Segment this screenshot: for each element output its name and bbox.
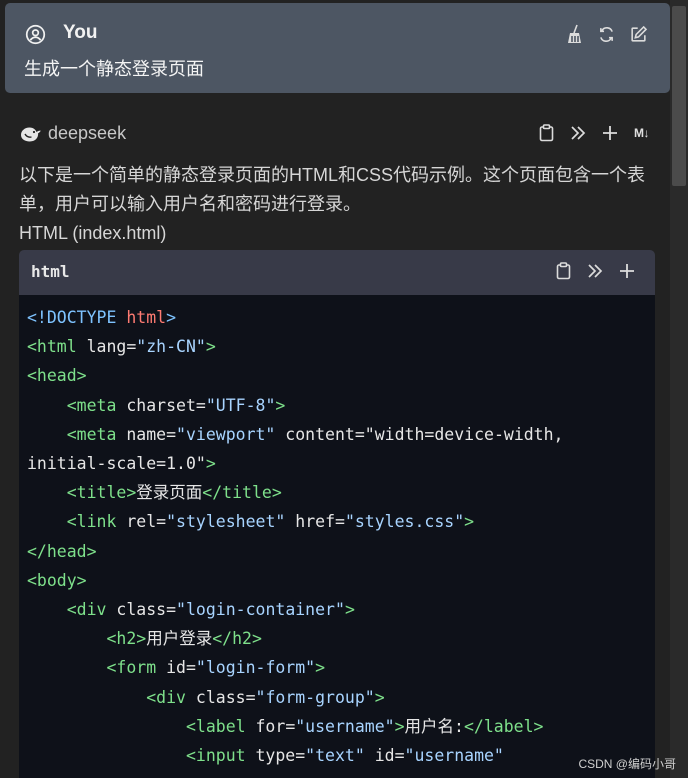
- assistant-actions: M↓: [539, 124, 650, 142]
- clear-icon[interactable]: [566, 24, 584, 44]
- user-message-actions: [566, 24, 648, 44]
- edit-icon[interactable]: [629, 25, 648, 44]
- run-code-icon[interactable]: [587, 263, 603, 279]
- code-block-actions: [556, 262, 635, 280]
- refresh-icon[interactable]: [598, 26, 615, 43]
- continue-icon[interactable]: [570, 125, 586, 141]
- assistant-header: deepseek M↓: [19, 122, 650, 146]
- code-subheading: HTML (index.html): [19, 223, 167, 243]
- code-language-label: html: [31, 262, 70, 281]
- watermark: CSDN @编码小哥: [578, 757, 676, 771]
- user-message-text: 生成一个静态登录页面: [24, 59, 204, 79]
- add-icon[interactable]: [602, 125, 618, 141]
- assistant-paragraph: 以下是一个简单的静态登录页面的HTML和CSS代码示例。这个页面包含一个表单，用…: [19, 165, 646, 214]
- user-name: You: [63, 22, 98, 43]
- copy-code-icon[interactable]: [556, 262, 571, 280]
- scrollbar-thumb[interactable]: [672, 6, 686, 186]
- code-content: <!DOCTYPE html> <html lang="zh-CN"> <hea…: [27, 308, 564, 766]
- code-block-header: html: [19, 250, 655, 295]
- deepseek-logo-icon: [19, 124, 43, 144]
- copy-icon[interactable]: [539, 124, 554, 142]
- markdown-icon[interactable]: M↓: [634, 126, 650, 140]
- insert-code-icon[interactable]: [619, 263, 635, 279]
- page-scrollbar[interactable]: [670, 0, 688, 778]
- code-block-body: <!DOCTYPE html> <html lang="zh-CN"> <hea…: [19, 295, 655, 778]
- user-message-card: You 生成一个静态登录页面: [5, 3, 670, 93]
- user-avatar-icon: [25, 24, 46, 45]
- assistant-name: deepseek: [48, 123, 127, 143]
